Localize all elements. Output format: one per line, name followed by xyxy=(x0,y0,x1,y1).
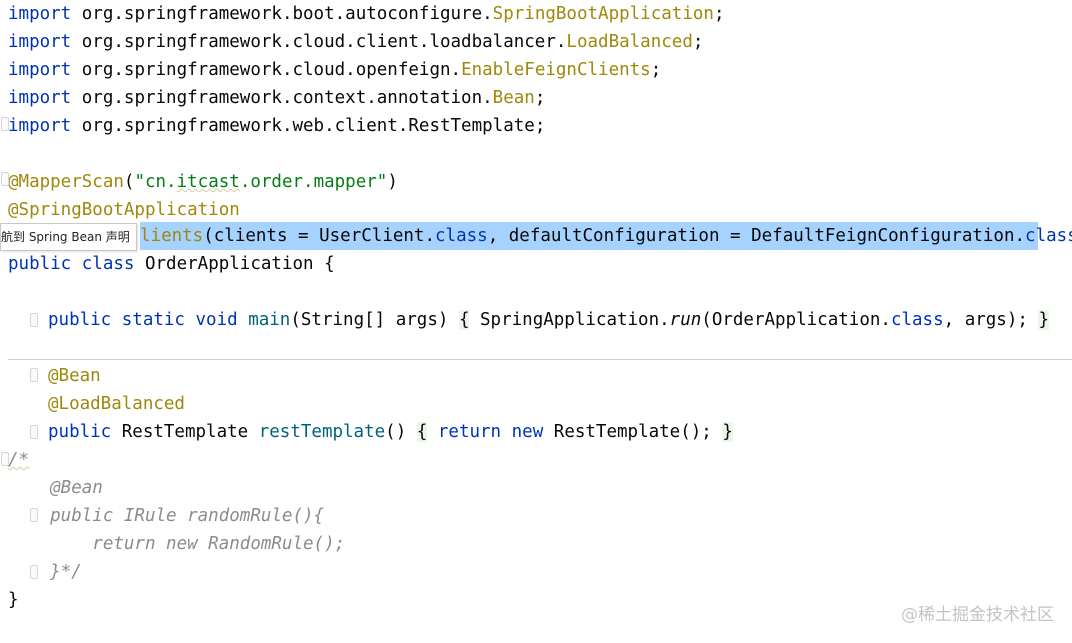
fold-marker-icon[interactable] xyxy=(30,313,38,327)
watermark: @稀土掘金技术社区 xyxy=(901,605,1054,625)
navigate-to-spring-bean-tooltip[interactable]: 航到 Spring Bean 声明 xyxy=(0,223,137,251)
method-separator xyxy=(8,359,1072,360)
fold-marker-icon[interactable] xyxy=(1,117,9,131)
import-line: import org.springframework.cloud.openfei… xyxy=(8,60,662,80)
load-balanced-annotation: @LoadBalanced xyxy=(48,394,185,414)
fold-marker-icon[interactable] xyxy=(30,425,38,439)
import-line: import org.springframework.context.annot… xyxy=(8,88,546,108)
rest-template-method-line: public RestTemplate restTemplate() { ret… xyxy=(48,422,733,442)
comment-line: @Bean xyxy=(8,478,103,498)
comment-line: /* xyxy=(8,450,30,470)
fold-marker-icon[interactable] xyxy=(30,508,38,522)
class-closing-brace: } xyxy=(8,590,19,610)
class-declaration: public class OrderApplication { xyxy=(8,254,335,274)
comment-line: }*/ xyxy=(8,562,82,582)
import-line: import org.springframework.boot.autoconf… xyxy=(8,4,725,24)
fold-marker-icon[interactable] xyxy=(1,172,9,186)
comment-line: return new RandomRule(); xyxy=(8,534,346,554)
fold-marker-icon[interactable] xyxy=(1,452,9,466)
spring-boot-application-annotation: @SpringBootApplication xyxy=(8,200,240,220)
enable-feign-clients-line[interactable]: lients(clients = UserClient.class, defau… xyxy=(140,222,1072,250)
code-editor[interactable]: import org.springframework.boot.autoconf… xyxy=(0,0,1072,643)
import-line: import org.springframework.cloud.client.… xyxy=(8,32,704,52)
import-line: import org.springframework.web.client.Re… xyxy=(8,116,546,136)
fold-marker-icon[interactable] xyxy=(30,565,38,579)
comment-line: public IRule randomRule(){ xyxy=(8,506,325,526)
bean-annotation: @Bean xyxy=(48,366,101,386)
mapper-scan-annotation: @MapperScan("cn.itcast.order.mapper") xyxy=(8,172,398,192)
main-method-line: public static void main(String[] args) {… xyxy=(48,310,1049,330)
fold-marker-icon[interactable] xyxy=(30,368,38,382)
